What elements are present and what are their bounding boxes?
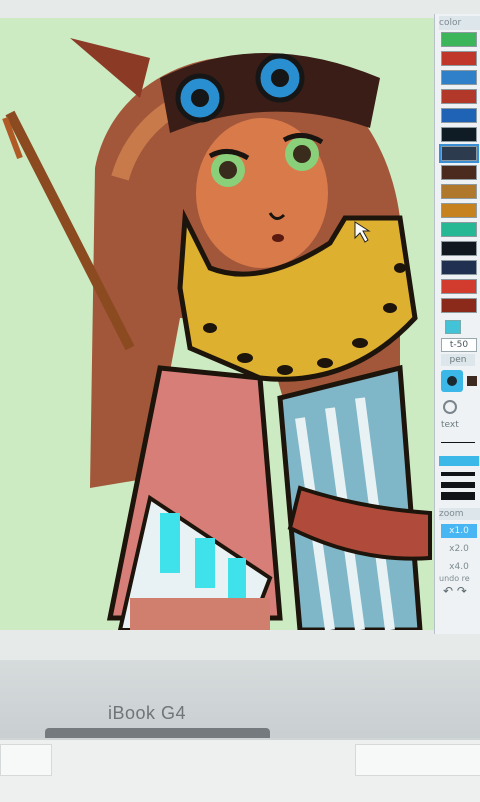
color-swatch[interactable]	[441, 70, 477, 85]
stroke-width-1[interactable]	[441, 442, 475, 443]
color-swatch[interactable]	[441, 279, 477, 294]
color-swatch[interactable]	[441, 89, 477, 104]
keyboard-key	[0, 744, 52, 776]
color-swatch[interactable]	[441, 260, 477, 275]
pen-tool-label[interactable]: pen	[441, 354, 475, 366]
color-swatch[interactable]	[441, 222, 477, 237]
brush-size-field[interactable]: t-50	[441, 338, 477, 352]
color-swatch[interactable]	[441, 184, 477, 199]
alt-brush-button[interactable]	[467, 376, 477, 386]
keyboard-key	[355, 744, 480, 776]
palette-panel: color t-50 pen text zoom x1.0 x2.0 x4.0 …	[434, 14, 480, 634]
pen-brush-button[interactable]	[441, 370, 463, 392]
drawing-canvas[interactable]	[0, 18, 434, 630]
text-tool-label[interactable]: text	[441, 420, 459, 430]
stroke-width-4[interactable]	[441, 482, 475, 488]
swatch-list	[439, 32, 479, 317]
color-swatch[interactable]	[439, 144, 479, 163]
color-swatch[interactable]	[441, 298, 477, 313]
color-swatch[interactable]	[441, 203, 477, 218]
color-swatch[interactable]	[441, 108, 477, 123]
color-swatch[interactable]	[441, 165, 477, 180]
zoom-option-1[interactable]: x1.0	[441, 524, 477, 538]
stroke-width-5[interactable]	[441, 492, 475, 500]
character-illustration	[2, 38, 432, 630]
stroke-width-3[interactable]	[441, 472, 475, 476]
zoom-option-4[interactable]: x4.0	[441, 560, 477, 574]
zoom-label: zoom	[439, 508, 480, 520]
palette-title: color	[439, 16, 480, 30]
zoom-option-2[interactable]: x2.0	[441, 542, 477, 556]
undo-label: undo re	[439, 574, 470, 583]
laptop-brand-label: iBook G4	[108, 703, 187, 723]
color-swatch[interactable]	[441, 32, 477, 47]
stroke-width-selected[interactable]	[439, 456, 479, 466]
undo-redo-arrows[interactable]: ↶ ↷	[443, 584, 467, 598]
color-swatch[interactable]	[441, 241, 477, 256]
current-color-swatch[interactable]	[445, 320, 461, 334]
color-swatch[interactable]	[441, 51, 477, 66]
color-swatch[interactable]	[441, 127, 477, 142]
laptop-screen: color t-50 pen text zoom x1.0 x2.0 x4.0 …	[0, 0, 480, 660]
mode-radio[interactable]	[443, 400, 457, 414]
